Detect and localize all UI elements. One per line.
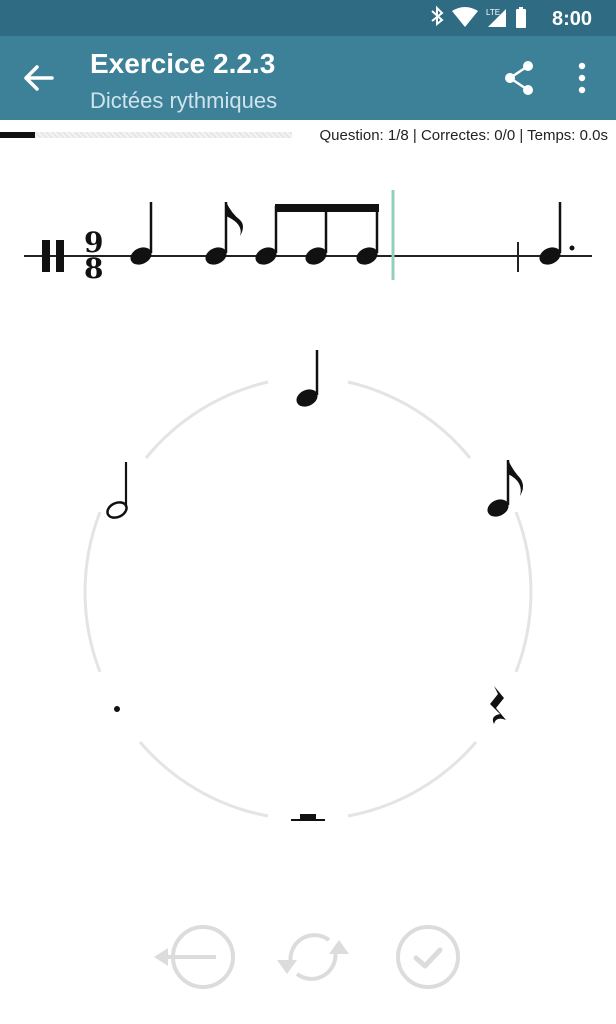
page-subtitle: Dictées rythmiques <box>90 88 278 113</box>
share-button[interactable] <box>496 56 544 100</box>
status-bar: LTE 8:00 <box>0 0 616 36</box>
replay-icon <box>277 933 349 981</box>
staff-note-eighth-flag <box>205 202 243 265</box>
battery-icon <box>516 7 526 28</box>
wheel-option-dot[interactable] <box>114 706 120 712</box>
check-icon <box>396 925 460 989</box>
app-bar: Exercice 2.2.3 Dictées rythmiques <box>0 36 616 120</box>
time-signature-bottom: 8 <box>84 252 103 285</box>
progress-status-text: Question: 1/8 | Correctes: 0/0 | Temps: … <box>319 127 609 144</box>
progress-bar <box>0 132 292 138</box>
wheel-option-quarter-note[interactable] <box>294 350 321 410</box>
check-button[interactable] <box>393 922 463 992</box>
progress-fill <box>0 132 36 138</box>
lte-signal-icon: LTE <box>486 8 506 27</box>
staff-note-dotted-quarter <box>539 202 575 265</box>
wheel-option-whole-rest[interactable] <box>291 814 325 821</box>
replay-button[interactable] <box>273 922 349 992</box>
rhythm-staff: 9 8 <box>24 190 592 285</box>
page-title: Exercice 2.2.3 <box>90 48 276 79</box>
wheel-option-half-note[interactable] <box>105 462 129 521</box>
backspace-icon <box>154 925 235 989</box>
progress-row: Question: 1/8 | Correctes: 0/0 | Temps: … <box>0 124 616 148</box>
bluetooth-icon <box>431 5 444 27</box>
wheel-option-eighth-note[interactable] <box>485 460 523 520</box>
share-icon <box>505 61 533 95</box>
staff-beamed-eighths <box>255 204 379 265</box>
wheel-option-quarter-rest[interactable] <box>490 686 506 724</box>
more-vert-icon <box>578 62 586 94</box>
back-button[interactable] <box>18 58 66 98</box>
more-options-button[interactable] <box>564 56 600 100</box>
staff-note-quarter <box>130 202 153 265</box>
lte-label: LTE <box>486 8 500 17</box>
status-time: 8:00 <box>551 8 592 30</box>
backspace-button[interactable] <box>150 922 235 992</box>
wheel-ring <box>83 380 533 818</box>
note-selection-wheel <box>83 350 533 821</box>
bottom-controls <box>0 910 616 1000</box>
back-arrow-icon <box>24 65 54 91</box>
wifi-icon <box>452 7 478 27</box>
